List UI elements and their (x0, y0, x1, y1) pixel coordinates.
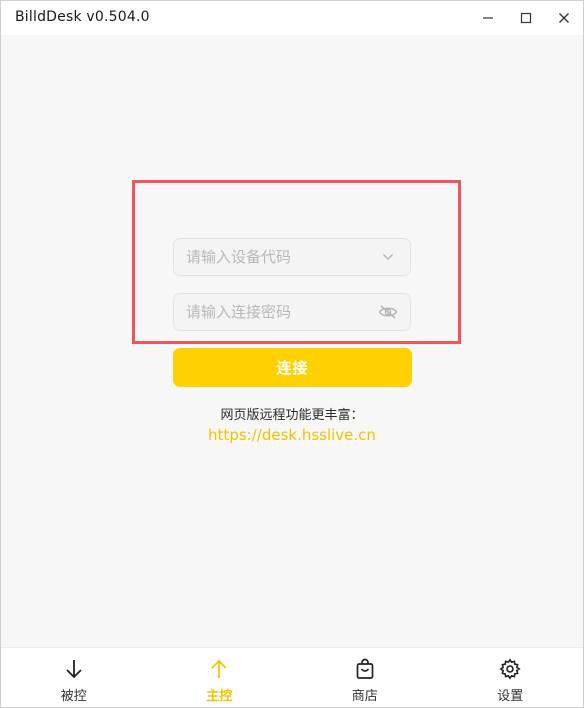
nav-label-store: 商店 (351, 689, 378, 704)
close-button[interactable] (545, 1, 583, 35)
eye-off-icon (378, 305, 398, 319)
web-version-note: 网页版远程功能更丰富： (220, 408, 364, 423)
arrow-down-icon (62, 657, 86, 681)
nav-item-settings[interactable]: 设置 (438, 648, 584, 707)
web-version-link-container: https://desk.hsslive.cn (1, 426, 583, 444)
device-history-dropdown[interactable] (376, 239, 400, 275)
main-content: 连接 网页版远程功能更丰富： https://desk.hsslive.cn (1, 35, 583, 647)
toggle-password-visibility[interactable] (376, 294, 400, 330)
app-window: BilldDesk v0.504.0 请输入设备代码 连接 网页版远程功能更丰富… (0, 0, 584, 708)
nav-item-master[interactable]: 主控 (147, 648, 293, 707)
maximize-button[interactable] (507, 1, 545, 35)
minimize-button[interactable] (469, 1, 507, 35)
connect-button[interactable]: 连接 (173, 348, 412, 387)
arrow-up-icon (207, 657, 231, 681)
device-code-field[interactable] (173, 238, 411, 276)
minimize-icon (483, 17, 493, 19)
web-version-link[interactable]: https://desk.hsslive.cn (208, 426, 376, 444)
maximize-icon (520, 12, 532, 24)
password-input[interactable] (186, 294, 376, 330)
close-icon (559, 13, 569, 23)
bottom-navigation: 被控 主控 商店 设置 (1, 647, 584, 707)
nav-label-settings: 设置 (497, 689, 524, 704)
window-controls (469, 1, 583, 35)
device-code-input[interactable] (186, 239, 376, 275)
gear-icon (498, 657, 522, 681)
password-field[interactable] (173, 293, 411, 331)
nav-label-master: 主控 (206, 689, 233, 704)
shopping-bag-icon (353, 657, 377, 681)
nav-item-store[interactable]: 商店 (292, 648, 438, 707)
nav-label-controlled: 被控 (60, 689, 87, 704)
title-bar[interactable]: BilldDesk v0.504.0 (1, 1, 583, 35)
chevron-down-icon (383, 254, 393, 260)
window-title: BilldDesk v0.504.0 (15, 9, 150, 25)
nav-item-controlled[interactable]: 被控 (1, 648, 147, 707)
